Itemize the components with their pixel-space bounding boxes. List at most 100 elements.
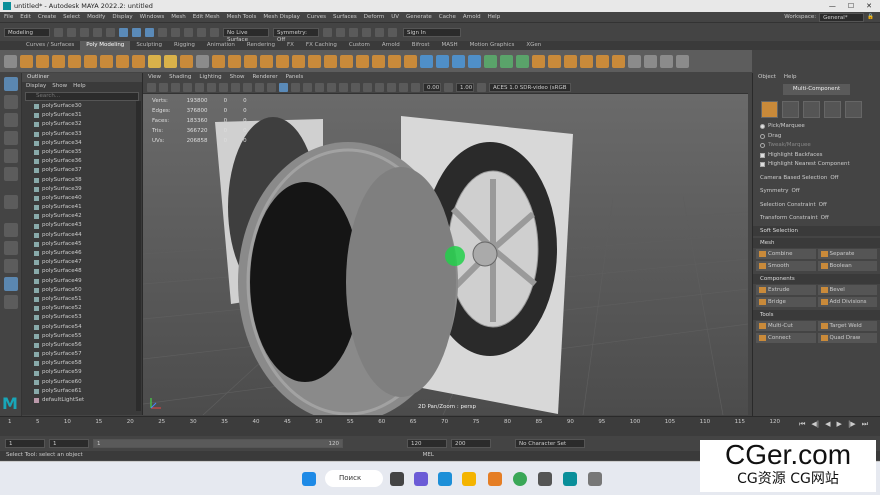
task-view-icon[interactable] <box>390 472 404 486</box>
3d-viewport[interactable]: Verts: 193800 0 0 Edges: 376800 0 0 Faces: 1833… <box>143 94 748 415</box>
range-end-field[interactable]: 120 <box>407 438 447 448</box>
outliner-item[interactable]: polySurface36 <box>22 157 142 166</box>
render-frame-icon[interactable] <box>323 27 332 37</box>
film-gate-icon[interactable] <box>207 83 216 92</box>
multi-cut-button[interactable]: Multi-Cut <box>756 320 816 331</box>
multi-cut-icon[interactable] <box>356 54 369 68</box>
taskbar-search[interactable]: Поиск <box>325 470 383 487</box>
connect-button[interactable]: Connect <box>756 332 816 343</box>
highlight-backfaces-checkbox[interactable]: Highlight Backfaces <box>753 151 880 161</box>
four-view-icon[interactable] <box>4 241 18 255</box>
time-slider[interactable]: 1 5 10 15 20 25 30 35 40 45 50 55 60 65 70 75 80 85 90 95 10… <box>0 416 880 436</box>
outliner-item[interactable]: polySurface38 <box>22 176 142 185</box>
lattice-icon[interactable] <box>644 54 657 68</box>
unfold-icon[interactable] <box>500 54 513 68</box>
end-time-field[interactable]: 200 <box>451 438 491 448</box>
svg-icon[interactable] <box>180 54 193 68</box>
viewport-menu-panels[interactable]: Panels <box>286 73 304 82</box>
outliner-item[interactable]: polySurface44 <box>22 231 142 240</box>
outliner-scrollbar[interactable] <box>136 101 141 411</box>
snap-grid-icon[interactable] <box>158 27 167 37</box>
shelf-tab-custom[interactable]: Custom <box>343 41 376 50</box>
menu-arnold[interactable]: Arnold <box>463 14 481 20</box>
pick-marquee-radio[interactable]: Pick/Marquee <box>753 122 880 132</box>
workspace-lock-icon[interactable]: 🔒 <box>867 14 874 20</box>
menu-windows[interactable]: Windows <box>140 14 165 20</box>
transform-constraint-row[interactable]: Transform Constraint Off <box>753 214 880 224</box>
uv-mode-icon[interactable] <box>845 101 862 118</box>
rotate-tool-icon[interactable] <box>4 149 18 163</box>
step-back-icon[interactable]: ◀| <box>811 420 819 429</box>
play-forward-icon[interactable]: ▶ <box>837 420 842 429</box>
outliner-menu-help[interactable]: Help <box>73 82 86 91</box>
gamma-icon[interactable] <box>444 83 453 92</box>
menu-cache[interactable]: Cache <box>439 14 456 20</box>
snap-view-icon[interactable] <box>197 27 206 37</box>
cluster-icon[interactable] <box>660 54 673 68</box>
menu-mesh-tools[interactable]: Mesh Tools <box>227 14 257 20</box>
menu-modify[interactable]: Modify <box>87 14 105 20</box>
auto-seams-icon[interactable] <box>484 54 497 68</box>
camera-based-selection-row[interactable]: Camera Based Selection Off <box>753 174 880 184</box>
bridge-icon[interactable] <box>308 54 321 68</box>
separate-icon[interactable] <box>212 54 225 68</box>
textured-icon[interactable] <box>303 83 312 92</box>
menu-generate[interactable]: Generate <box>406 14 432 20</box>
gate-mask-icon[interactable] <box>231 83 240 92</box>
menu-help[interactable]: Help <box>488 14 501 20</box>
extrude-button[interactable]: Extrude <box>756 284 816 295</box>
store-icon[interactable] <box>488 472 502 486</box>
layout-icon[interactable] <box>4 277 18 291</box>
app-icon[interactable] <box>538 472 552 486</box>
fill-hole-icon[interactable] <box>324 54 337 68</box>
undo-icon[interactable] <box>93 27 102 37</box>
spherical-map-icon[interactable] <box>468 54 481 68</box>
shelf-tab-xgen[interactable]: XGen <box>520 41 547 50</box>
shelf-tab-animation[interactable]: Animation <box>201 41 241 50</box>
outliner-item[interactable]: polySurface46 <box>22 249 142 258</box>
shelf-tab-rigging[interactable]: Rigging <box>168 41 201 50</box>
redo-icon[interactable] <box>106 27 115 37</box>
center-pivot-icon[interactable] <box>580 54 593 68</box>
poly-torus-icon[interactable] <box>84 54 97 68</box>
soft-selection-section[interactable]: Soft Selection <box>753 225 880 236</box>
xray-joints-icon[interactable] <box>399 83 408 92</box>
edge-icon[interactable] <box>438 472 452 486</box>
ipr-render-icon[interactable] <box>336 27 345 37</box>
teams-icon[interactable] <box>414 472 428 486</box>
start-time-field[interactable]: 1 <box>5 438 45 448</box>
workspace-dropdown[interactable]: General* <box>819 12 865 22</box>
cylindrical-map-icon[interactable] <box>452 54 465 68</box>
file-explorer-icon[interactable] <box>462 472 476 486</box>
outliner-menu-display[interactable]: Display <box>26 82 46 91</box>
single-view-icon[interactable] <box>4 223 18 237</box>
gamma-field[interactable]: 1.00 <box>456 83 474 92</box>
outliner-item[interactable]: polySurface51 <box>22 295 142 304</box>
resolution-gate-icon[interactable] <box>219 83 228 92</box>
outliner-item[interactable]: polySurface45 <box>22 240 142 249</box>
edge-mode-icon[interactable] <box>803 101 820 118</box>
smooth-icon[interactable] <box>228 54 241 68</box>
range-slider[interactable]: 1 120 <box>93 438 343 448</box>
shelf-tab-sculpting[interactable]: Sculpting <box>130 41 168 50</box>
safe-action-icon[interactable] <box>255 83 264 92</box>
poly-cylinder-icon[interactable] <box>52 54 65 68</box>
anti-aliasing-icon[interactable] <box>363 83 372 92</box>
shelf-tab-rendering[interactable]: Rendering <box>241 41 281 50</box>
outliner-item[interactable]: polySurface60 <box>22 378 142 387</box>
viewport-menu-shading[interactable]: Shading <box>169 73 191 82</box>
outliner-menu-show[interactable]: Show <box>52 82 67 91</box>
snap-point-icon[interactable] <box>184 27 193 37</box>
outliner-item[interactable]: polySurface30 <box>22 102 142 111</box>
menu-uv[interactable]: UV <box>391 14 399 20</box>
new-scene-icon[interactable] <box>54 27 63 37</box>
viewport-menu-view[interactable]: View <box>148 73 161 82</box>
smooth-shade-icon[interactable] <box>279 83 288 92</box>
smooth-button[interactable]: Smooth <box>756 260 816 271</box>
go-to-end-icon[interactable]: ⏭ <box>862 420 868 429</box>
soften-edge-icon[interactable] <box>532 54 545 68</box>
outliner-item[interactable]: defaultLightSet <box>22 396 142 405</box>
character-set-dropdown[interactable]: No Character Set <box>515 438 585 448</box>
outliner-item[interactable]: polySurface49 <box>22 277 142 286</box>
ambient-occlusion-icon[interactable] <box>339 83 348 92</box>
